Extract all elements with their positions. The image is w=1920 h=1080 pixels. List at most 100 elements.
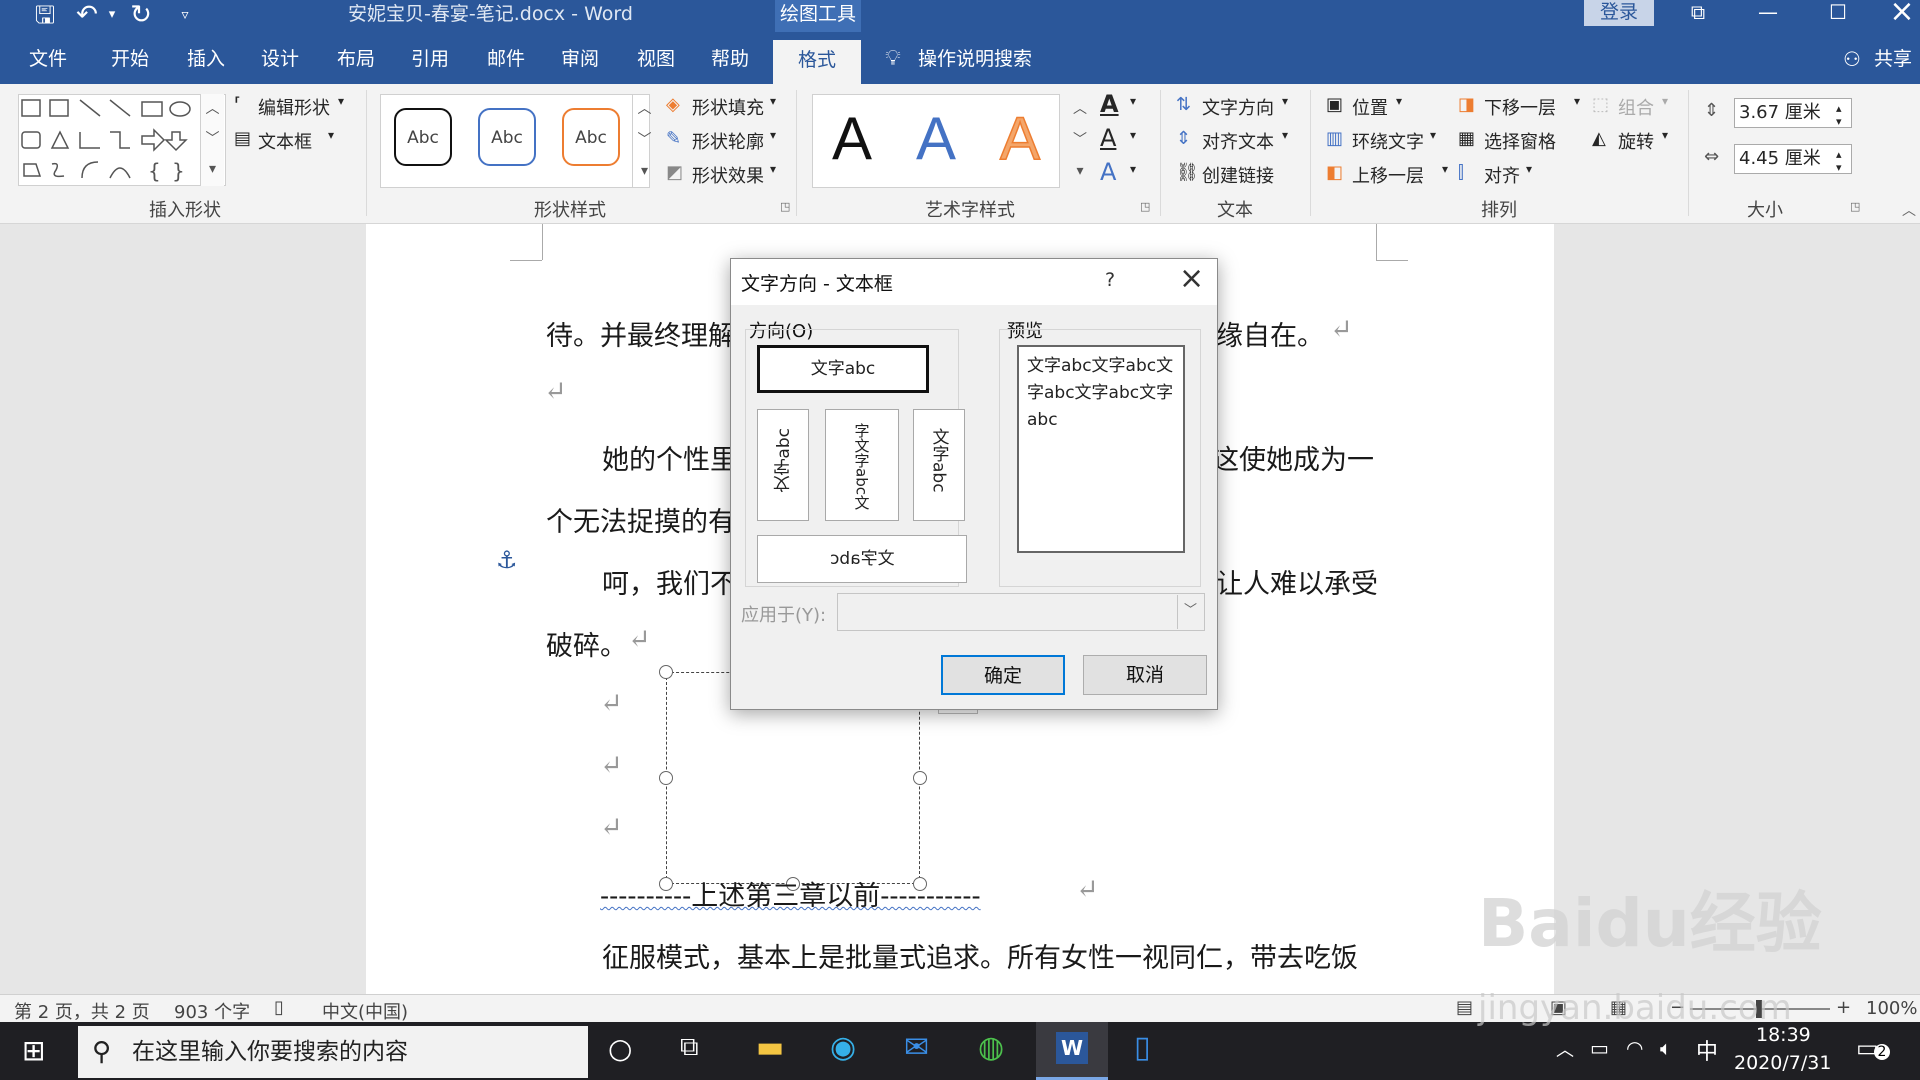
shape-outline-dropdown-icon[interactable]: ▾: [770, 128, 776, 142]
width-input[interactable]: 4.45 厘米: [1734, 144, 1852, 174]
volume-icon[interactable]: 🔈︎: [1660, 1036, 1672, 1060]
shape-fill-dropdown-icon[interactable]: ▾: [770, 94, 776, 108]
task-view-icon[interactable]: ⧉: [680, 1032, 699, 1063]
size-launcher-icon[interactable]: ◳: [1850, 200, 1860, 213]
bring-forward-dropdown-icon[interactable]: ▾: [1442, 162, 1448, 176]
anchor-icon[interactable]: ⚓: [496, 546, 518, 574]
text-fill-icon[interactable]: A: [1100, 90, 1119, 118]
tab-file[interactable]: 文件: [24, 44, 72, 74]
wordart-style-black[interactable]: A: [832, 104, 872, 173]
dialog-close-icon[interactable]: ×: [1179, 261, 1204, 296]
chevron-down-icon[interactable]: ﹀: [1177, 595, 1203, 629]
shape-effects-dropdown-icon[interactable]: ▾: [770, 162, 776, 176]
tab-view[interactable]: 视图: [632, 44, 680, 74]
direction-option-upside-down[interactable]: 文字abc: [757, 535, 967, 583]
apply-to-select[interactable]: [837, 593, 1205, 631]
wrap-text-button[interactable]: 环绕文字: [1352, 128, 1424, 154]
direction-option-vertical[interactable]: 文字abc: [913, 409, 965, 521]
ime-indicator[interactable]: 中: [1696, 1034, 1718, 1066]
edge-browser-icon[interactable]: ◉: [830, 1030, 856, 1065]
position-dropdown-icon[interactable]: ▾: [1396, 94, 1402, 108]
resize-handle[interactable]: [659, 665, 673, 679]
show-hidden-icons[interactable]: ︿: [1556, 1036, 1574, 1062]
text-effects-dropdown-icon[interactable]: ▾: [1130, 162, 1136, 176]
clock-date[interactable]: 2020/7/31: [1734, 1052, 1831, 1074]
width-spinner-icon[interactable]: ▴ ▾: [1836, 148, 1842, 174]
help-button[interactable]: ?: [1105, 269, 1115, 291]
shape-style-orange[interactable]: Abc: [562, 108, 620, 166]
direction-option-vertical-stacked[interactable]: 字文字abc文: [825, 409, 899, 521]
text-outline-icon[interactable]: A: [1100, 124, 1116, 152]
align-text-button[interactable]: 对齐文本: [1202, 128, 1274, 154]
rotate-button[interactable]: 旋转: [1618, 128, 1654, 154]
align-dropdown-icon[interactable]: ▾: [1526, 162, 1532, 176]
wordart-style-orange[interactable]: A: [999, 104, 1041, 173]
tab-design[interactable]: 设计: [256, 44, 304, 74]
windows-start-icon[interactable]: ⊞: [22, 1034, 45, 1067]
wordart-scroll[interactable]: ︿ ﹀ ▾: [1068, 94, 1092, 188]
tab-format[interactable]: 格式: [773, 40, 861, 84]
tab-insert[interactable]: 插入: [182, 44, 230, 74]
gallery-scroll[interactable]: ︿ ﹀ ▾: [200, 94, 224, 186]
text-effects-icon[interactable]: A: [1100, 158, 1116, 186]
resize-handle[interactable]: [913, 771, 927, 785]
zoom-in-icon[interactable]: +: [1836, 997, 1851, 1018]
battery-icon[interactable]: ▭: [1590, 1036, 1609, 1060]
height-spinner-icon[interactable]: ▴ ▾: [1836, 102, 1842, 128]
wifi-icon[interactable]: ◠: [1626, 1036, 1643, 1060]
shape-styles-launcher-icon[interactable]: ◳: [780, 200, 790, 213]
resize-handle[interactable]: [659, 771, 673, 785]
language-indicator[interactable]: 中文(中国): [322, 998, 408, 1024]
mail-icon[interactable]: ✉: [904, 1030, 929, 1065]
text-fill-dropdown-icon[interactable]: ▾: [1130, 94, 1136, 108]
bring-forward-button[interactable]: 上移一层: [1352, 162, 1424, 188]
send-backward-button[interactable]: 下移一层: [1484, 94, 1556, 120]
cancel-button[interactable]: 取消: [1083, 655, 1207, 695]
text-direction-dropdown-icon[interactable]: ▾: [1282, 94, 1288, 108]
tab-mailings[interactable]: 邮件: [482, 44, 530, 74]
page-count[interactable]: 第 2 页，共 2 页: [14, 998, 150, 1024]
wordart-style-blue[interactable]: A: [916, 104, 956, 173]
word-count[interactable]: 903 个字: [174, 998, 250, 1024]
group-dropdown-icon[interactable]: ▾: [1662, 94, 1668, 108]
send-backward-dropdown-icon[interactable]: ▾: [1574, 94, 1580, 108]
text-box-dropdown-icon[interactable]: ▾: [328, 128, 334, 142]
tab-review[interactable]: 审阅: [556, 44, 604, 74]
text-box-button[interactable]: 文本框: [258, 128, 312, 154]
text-outline-dropdown-icon[interactable]: ▾: [1130, 128, 1136, 142]
edit-shape-dropdown-icon[interactable]: ▾: [338, 94, 344, 108]
height-input[interactable]: 3.67 厘米: [1734, 98, 1852, 128]
shape-style-blue[interactable]: Abc: [478, 108, 536, 166]
cortana-icon[interactable]: ○: [608, 1032, 632, 1065]
tab-references[interactable]: 引用: [406, 44, 454, 74]
file-explorer-icon[interactable]: ▬: [756, 1030, 784, 1065]
tab-help[interactable]: 帮助: [706, 44, 754, 74]
align-button[interactable]: 对齐: [1484, 162, 1520, 188]
shape-style-black[interactable]: Abc: [394, 108, 452, 166]
selection-pane-button[interactable]: 选择窗格: [1484, 128, 1556, 154]
proofing-icon[interactable]: ▯: [274, 997, 284, 1018]
shape-fill-button[interactable]: 形状填充: [692, 94, 764, 120]
rotate-dropdown-icon[interactable]: ▾: [1662, 128, 1668, 142]
tab-home[interactable]: 开始: [106, 44, 154, 74]
edit-shape-icon[interactable]: ⸢: [234, 94, 241, 115]
share-button[interactable]: 共享: [1870, 44, 1916, 74]
tell-me-search[interactable]: 操作说明搜索: [918, 44, 1038, 74]
align-text-dropdown-icon[interactable]: ▾: [1282, 128, 1288, 142]
taskbar-search-box[interactable]: ⚲ 在这里输入你要搜索的内容: [78, 1026, 588, 1078]
collapse-ribbon-icon[interactable]: ︿: [1902, 200, 1916, 220]
phone-app-icon[interactable]: ▯: [1134, 1030, 1151, 1065]
wrap-text-dropdown-icon[interactable]: ▾: [1430, 128, 1436, 142]
word-taskbar-button[interactable]: W: [1036, 1022, 1108, 1080]
wordart-launcher-icon[interactable]: ◳: [1140, 200, 1150, 213]
edit-shape-button[interactable]: 编辑形状: [258, 94, 330, 120]
shape-effects-button[interactable]: 形状效果: [692, 162, 764, 188]
group-button[interactable]: 组合: [1618, 94, 1654, 120]
direction-option-horizontal[interactable]: 文字abc: [757, 345, 929, 393]
zoom-level[interactable]: 100%: [1866, 998, 1917, 1019]
browser-icon[interactable]: ◍: [978, 1030, 1004, 1065]
ok-button[interactable]: 确定: [941, 655, 1065, 695]
tab-layout[interactable]: 布局: [332, 44, 380, 74]
create-link-button[interactable]: 创建链接: [1202, 162, 1274, 188]
read-mode-icon[interactable]: ▤: [1456, 997, 1473, 1018]
